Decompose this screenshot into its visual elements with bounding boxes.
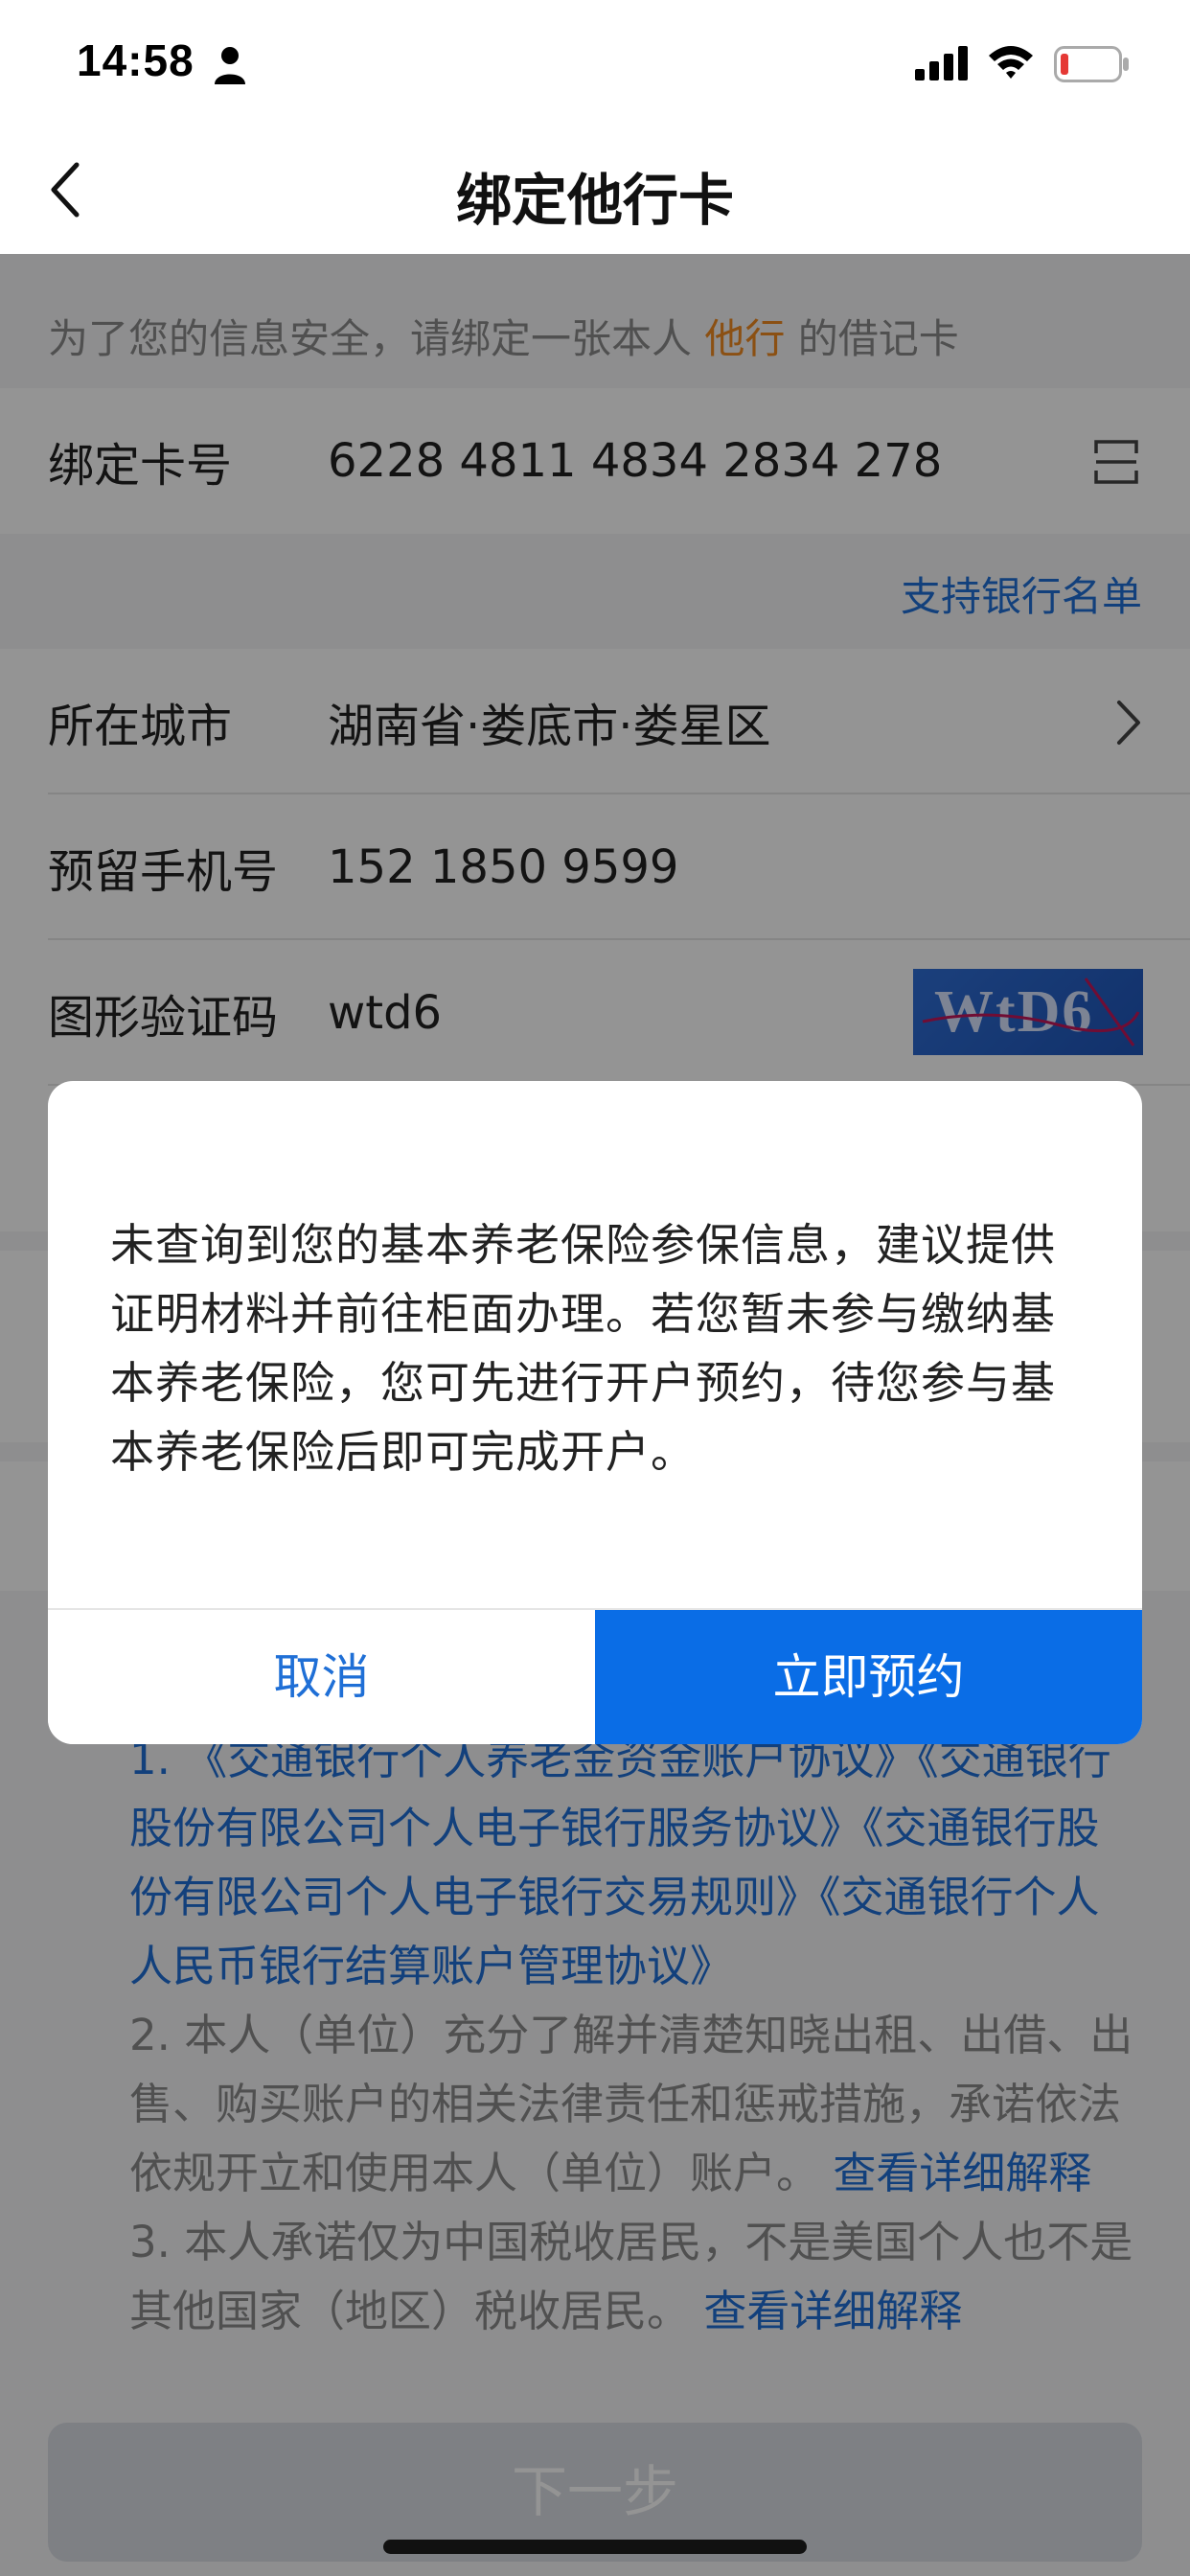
dialog-message: 未查询到您的基本养老保险参保信息，建议提供证明材料并前往柜面办理。若您暂未参与缴…: [110, 1219, 1056, 1478]
confirm-dialog: 未查询到您的基本养老保险参保信息，建议提供证明材料并前往柜面办理。若您暂未参与缴…: [48, 1081, 1142, 1744]
home-indicator[interactable]: [383, 2540, 807, 2554]
signal-icon: [915, 46, 968, 80]
reserve-now-button[interactable]: 立即预约: [595, 1610, 1142, 1744]
wifi-icon: [989, 46, 1033, 79]
status-time: 14:58: [77, 35, 195, 85]
page-title: 绑定他行卡: [455, 168, 734, 233]
person-icon: [215, 47, 245, 84]
cancel-button[interactable]: 取消: [48, 1610, 595, 1744]
battery-icon: [1054, 46, 1129, 82]
nav-bar-top: 绑定他行卡: [0, 125, 1190, 254]
status-bar-top: 14:58: [0, 0, 1190, 125]
